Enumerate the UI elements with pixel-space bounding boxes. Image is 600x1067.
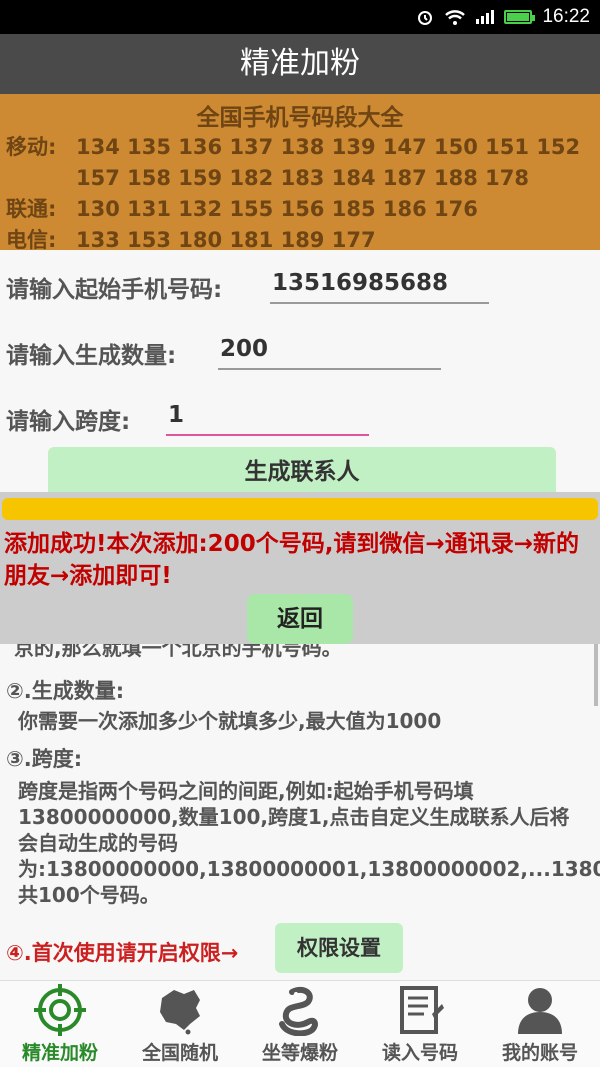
segment-values: 134 135 136 137 138 139 147 150 151 152 … <box>76 135 581 190</box>
segment-row-unicom: 联通: 130 131 132 155 156 185 186 176 <box>0 194 600 225</box>
nav-label: 全国随机 <box>141 1042 218 1064</box>
segment-label: 联通: <box>6 197 57 221</box>
segment-values: 130 131 132 155 156 185 186 176 <box>76 197 478 221</box>
person-icon <box>518 988 562 1034</box>
status-icons: 16:22 <box>416 6 590 28</box>
count-input[interactable]: 200 <box>218 336 441 370</box>
nav-item-account[interactable]: 我的账号 <box>480 981 600 1067</box>
bottom-nav: 精准加粉 全国随机 坐等爆粉 读入号码 我的账号 <box>0 980 600 1067</box>
permission-hint: ④.首次使用请开启权限→ <box>6 941 239 965</box>
span-heading: ③.跨度: <box>6 747 83 771</box>
success-message: 添加成功!本次添加:200个号码,请到微信→通讯录→新的朋友→添加即可! <box>4 531 579 589</box>
target-icon <box>34 984 86 1036</box>
scrollbar[interactable] <box>594 644 598 706</box>
battery-icon <box>504 10 536 24</box>
success-dialog: 添加成功!本次添加:200个号码,请到微信→通讯录→新的朋友→添加即可! 返回 <box>0 492 600 644</box>
segment-values: 133 153 180 181 189 177 <box>76 228 376 252</box>
span-row: 请输入跨度: <box>6 402 130 436</box>
number-segments-banner: 全国手机号码段大全 移动: 134 135 136 137 138 139 14… <box>0 94 600 252</box>
page-title: 精准加粉 <box>0 34 600 94</box>
status-bar: 16:22 <box>0 0 600 34</box>
signal-icon <box>476 10 495 24</box>
nav-label: 精准加粉 <box>21 1042 98 1064</box>
nav-label: 坐等爆粉 <box>261 1042 338 1064</box>
generate-contacts-button[interactable]: 生成联系人 <box>48 447 556 497</box>
wifi-icon <box>445 10 466 25</box>
segment-label: 移动: <box>6 135 57 159</box>
span-label: 请输入跨度: <box>6 409 131 435</box>
segment-label: 电信: <box>6 228 57 252</box>
instruction-text-cut: 京的,那么就填一个北京的手机号码。 <box>14 644 342 660</box>
span-input[interactable]: 1 <box>166 402 369 436</box>
nav-item-precise[interactable]: 精准加粉 <box>0 981 120 1067</box>
count-label: 请输入生成数量: <box>6 343 177 369</box>
nav-label: 读入号码 <box>381 1042 458 1064</box>
segment-row-mobile: 移动: 134 135 136 137 138 139 147 150 151 … <box>0 132 600 194</box>
nav-item-random[interactable]: 全国随机 <box>120 981 240 1067</box>
nav-item-import[interactable]: 读入号码 <box>360 981 480 1067</box>
back-button[interactable]: 返回 <box>247 594 353 644</box>
count-text: 你需要一次添加多少个就填多少,最大值为1000 <box>18 709 442 733</box>
permission-settings-button[interactable]: 权限设置 <box>275 923 403 973</box>
span-text: 跨度是指两个号码之间的间距,例如:起始手机号码填13800000000,数量10… <box>18 779 600 907</box>
count-heading: ②.生成数量: <box>6 679 125 703</box>
segment-row-telecom: 电信: 133 153 180 181 189 177 <box>0 225 600 256</box>
start-number-input[interactable]: 13516985688 <box>270 270 489 304</box>
document-icon <box>400 986 444 1034</box>
progress-bar <box>2 498 598 520</box>
china-map-icon <box>160 990 200 1035</box>
banner-title: 全国手机号码段大全 <box>196 105 404 131</box>
clock: 16:22 <box>542 6 590 27</box>
nav-item-wait[interactable]: 坐等爆粉 <box>240 981 360 1067</box>
count-row: 请输入生成数量: <box>6 336 176 370</box>
start-number-row: 请输入起始手机号码: <box>6 270 222 304</box>
nav-label: 我的账号 <box>501 1042 578 1064</box>
start-number-label: 请输入起始手机号码: <box>6 277 223 303</box>
alarm-icon <box>418 11 433 25</box>
snake-icon <box>279 986 318 1036</box>
